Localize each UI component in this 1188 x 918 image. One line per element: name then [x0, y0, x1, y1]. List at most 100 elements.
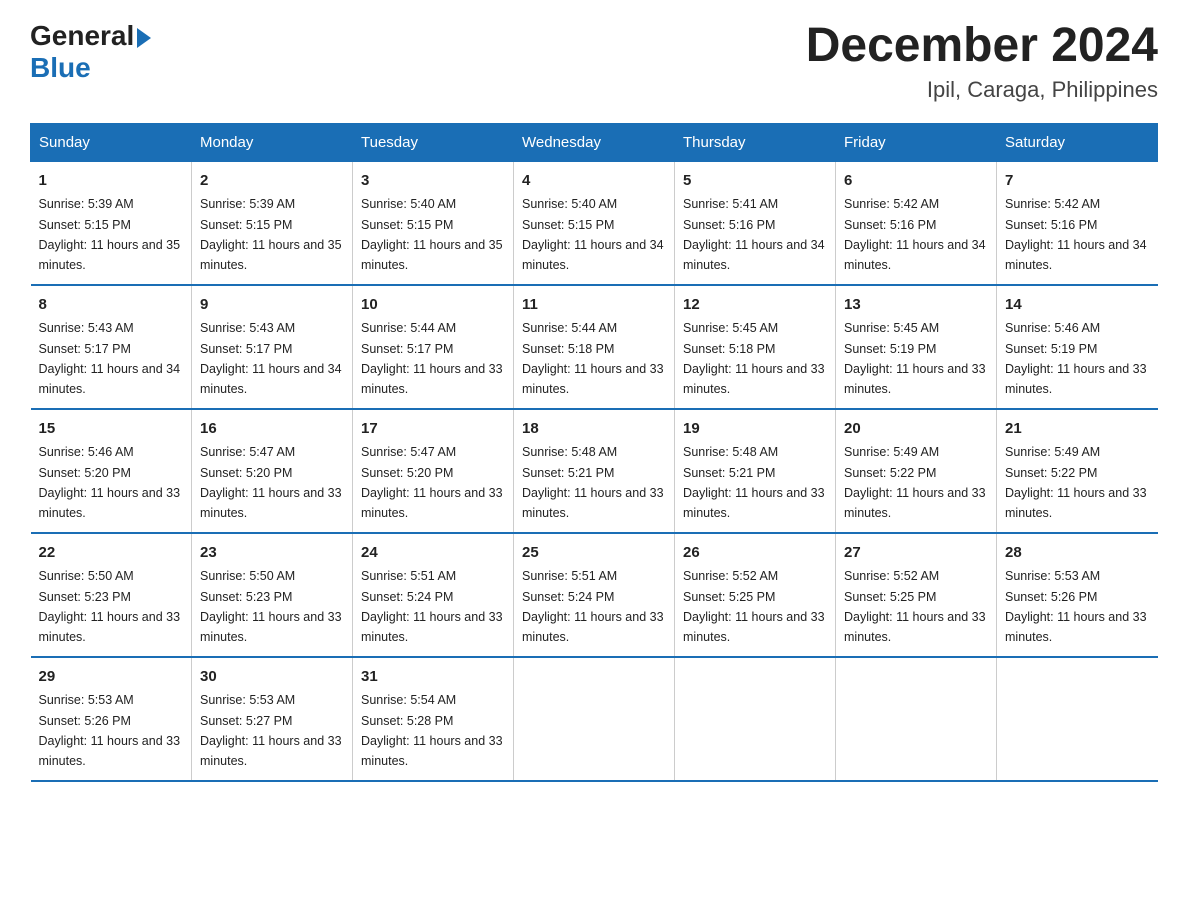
- day-number: 24: [361, 542, 505, 565]
- day-info: Sunrise: 5:45 AMSunset: 5:19 PMDaylight:…: [844, 321, 986, 396]
- day-header-sunday: Sunday: [31, 123, 192, 161]
- calendar-cell: 20 Sunrise: 5:49 AMSunset: 5:22 PMDayligh…: [836, 409, 997, 533]
- day-info: Sunrise: 5:39 AMSunset: 5:15 PMDaylight:…: [200, 197, 342, 272]
- calendar-body: 1Sunrise: 5:39 AMSunset: 5:15 PMDaylight…: [31, 161, 1158, 781]
- calendar-week-row: 22 Sunrise: 5:50 AMSunset: 5:23 PMDayligh…: [31, 533, 1158, 657]
- calendar-cell: 21 Sunrise: 5:49 AMSunset: 5:22 PMDayligh…: [997, 409, 1158, 533]
- day-info: Sunrise: 5:42 AMSunset: 5:16 PMDaylight:…: [844, 197, 986, 272]
- day-number: 22: [39, 542, 184, 565]
- calendar-cell: 10 Sunrise: 5:44 AMSunset: 5:17 PMDayligh…: [353, 285, 514, 409]
- calendar-header: SundayMondayTuesdayWednesdayThursdayFrid…: [31, 123, 1158, 161]
- day-number: 28: [1005, 542, 1150, 565]
- page-header: General Blue December 2024 Ipil, Caraga,…: [30, 20, 1158, 103]
- logo-arrow-icon: [137, 28, 151, 48]
- day-header-row: SundayMondayTuesdayWednesdayThursdayFrid…: [31, 123, 1158, 161]
- day-header-saturday: Saturday: [997, 123, 1158, 161]
- day-number: 3: [361, 170, 505, 193]
- calendar-cell: 4Sunrise: 5:40 AMSunset: 5:15 PMDaylight…: [514, 161, 675, 285]
- day-info: Sunrise: 5:54 AMSunset: 5:28 PMDaylight:…: [361, 693, 503, 768]
- day-number: 21: [1005, 418, 1150, 441]
- day-info: Sunrise: 5:40 AMSunset: 5:15 PMDaylight:…: [522, 197, 664, 272]
- day-info: Sunrise: 5:52 AMSunset: 5:25 PMDaylight:…: [683, 569, 825, 644]
- day-info: Sunrise: 5:46 AMSunset: 5:20 PMDaylight:…: [39, 445, 181, 520]
- day-info: Sunrise: 5:49 AMSunset: 5:22 PMDaylight:…: [844, 445, 986, 520]
- day-info: Sunrise: 5:45 AMSunset: 5:18 PMDaylight:…: [683, 321, 825, 396]
- calendar-cell: 25 Sunrise: 5:51 AMSunset: 5:24 PMDayligh…: [514, 533, 675, 657]
- calendar-cell: 19 Sunrise: 5:48 AMSunset: 5:21 PMDayligh…: [675, 409, 836, 533]
- calendar-cell: [675, 657, 836, 781]
- day-number: 17: [361, 418, 505, 441]
- calendar-cell: [997, 657, 1158, 781]
- day-number: 23: [200, 542, 344, 565]
- calendar-week-row: 15 Sunrise: 5:46 AMSunset: 5:20 PMDayligh…: [31, 409, 1158, 533]
- day-header-friday: Friday: [836, 123, 997, 161]
- day-info: Sunrise: 5:43 AMSunset: 5:17 PMDaylight:…: [200, 321, 342, 396]
- title-block: December 2024 Ipil, Caraga, Philippines: [806, 20, 1158, 103]
- day-header-monday: Monday: [192, 123, 353, 161]
- day-info: Sunrise: 5:44 AMSunset: 5:17 PMDaylight:…: [361, 321, 503, 396]
- day-number: 25: [522, 542, 666, 565]
- day-info: Sunrise: 5:50 AMSunset: 5:23 PMDaylight:…: [39, 569, 181, 644]
- calendar-cell: 29Sunrise: 5:53 AMSunset: 5:26 PMDayligh…: [31, 657, 192, 781]
- calendar-cell: 15 Sunrise: 5:46 AMSunset: 5:20 PMDayligh…: [31, 409, 192, 533]
- day-info: Sunrise: 5:41 AMSunset: 5:16 PMDaylight:…: [683, 197, 825, 272]
- calendar-cell: [514, 657, 675, 781]
- calendar-cell: 30Sunrise: 5:53 AMSunset: 5:27 PMDayligh…: [192, 657, 353, 781]
- day-info: Sunrise: 5:48 AMSunset: 5:21 PMDaylight:…: [683, 445, 825, 520]
- day-info: Sunrise: 5:51 AMSunset: 5:24 PMDaylight:…: [522, 569, 664, 644]
- day-number: 26: [683, 542, 827, 565]
- calendar-cell: 11 Sunrise: 5:44 AMSunset: 5:18 PMDayligh…: [514, 285, 675, 409]
- calendar-cell: 3 Sunrise: 5:40 AMSunset: 5:15 PMDaylight…: [353, 161, 514, 285]
- day-number: 16: [200, 418, 344, 441]
- day-header-thursday: Thursday: [675, 123, 836, 161]
- day-info: Sunrise: 5:49 AMSunset: 5:22 PMDaylight:…: [1005, 445, 1147, 520]
- calendar-week-row: 1Sunrise: 5:39 AMSunset: 5:15 PMDaylight…: [31, 161, 1158, 285]
- calendar-cell: 7 Sunrise: 5:42 AMSunset: 5:16 PMDaylight…: [997, 161, 1158, 285]
- day-number: 6: [844, 170, 988, 193]
- day-number: 30: [200, 666, 344, 689]
- day-number: 20: [844, 418, 988, 441]
- day-info: Sunrise: 5:40 AMSunset: 5:15 PMDaylight:…: [361, 197, 503, 272]
- calendar-cell: 1Sunrise: 5:39 AMSunset: 5:15 PMDaylight…: [31, 161, 192, 285]
- calendar-subtitle: Ipil, Caraga, Philippines: [806, 77, 1158, 103]
- day-info: Sunrise: 5:43 AMSunset: 5:17 PMDaylight:…: [39, 321, 181, 396]
- calendar-cell: 23Sunrise: 5:50 AMSunset: 5:23 PMDayligh…: [192, 533, 353, 657]
- calendar-cell: 8 Sunrise: 5:43 AMSunset: 5:17 PMDaylight…: [31, 285, 192, 409]
- day-info: Sunrise: 5:47 AMSunset: 5:20 PMDaylight:…: [361, 445, 503, 520]
- day-number: 27: [844, 542, 988, 565]
- calendar-cell: 6 Sunrise: 5:42 AMSunset: 5:16 PMDaylight…: [836, 161, 997, 285]
- calendar-cell: 22 Sunrise: 5:50 AMSunset: 5:23 PMDayligh…: [31, 533, 192, 657]
- day-number: 15: [39, 418, 184, 441]
- day-info: Sunrise: 5:47 AMSunset: 5:20 PMDaylight:…: [200, 445, 342, 520]
- day-info: Sunrise: 5:51 AMSunset: 5:24 PMDaylight:…: [361, 569, 503, 644]
- day-number: 7: [1005, 170, 1150, 193]
- day-info: Sunrise: 5:48 AMSunset: 5:21 PMDaylight:…: [522, 445, 664, 520]
- day-number: 19: [683, 418, 827, 441]
- day-number: 9: [200, 294, 344, 317]
- day-number: 10: [361, 294, 505, 317]
- day-info: Sunrise: 5:52 AMSunset: 5:25 PMDaylight:…: [844, 569, 986, 644]
- calendar-week-row: 8 Sunrise: 5:43 AMSunset: 5:17 PMDaylight…: [31, 285, 1158, 409]
- day-info: Sunrise: 5:53 AMSunset: 5:26 PMDaylight:…: [39, 693, 181, 768]
- logo-text-general: General: [30, 20, 134, 52]
- calendar-cell: 18Sunrise: 5:48 AMSunset: 5:21 PMDayligh…: [514, 409, 675, 533]
- day-number: 5: [683, 170, 827, 193]
- calendar-cell: 31 Sunrise: 5:54 AMSunset: 5:28 PMDayligh…: [353, 657, 514, 781]
- day-number: 11: [522, 294, 666, 317]
- calendar-cell: 12Sunrise: 5:45 AMSunset: 5:18 PMDayligh…: [675, 285, 836, 409]
- logo: General Blue: [30, 20, 151, 84]
- day-info: Sunrise: 5:44 AMSunset: 5:18 PMDaylight:…: [522, 321, 664, 396]
- day-info: Sunrise: 5:53 AMSunset: 5:26 PMDaylight:…: [1005, 569, 1147, 644]
- day-info: Sunrise: 5:46 AMSunset: 5:19 PMDaylight:…: [1005, 321, 1147, 396]
- day-number: 8: [39, 294, 184, 317]
- day-info: Sunrise: 5:42 AMSunset: 5:16 PMDaylight:…: [1005, 197, 1147, 272]
- day-number: 31: [361, 666, 505, 689]
- calendar-table: SundayMondayTuesdayWednesdayThursdayFrid…: [30, 123, 1158, 782]
- calendar-cell: 14Sunrise: 5:46 AMSunset: 5:19 PMDayligh…: [997, 285, 1158, 409]
- calendar-title: December 2024: [806, 20, 1158, 73]
- calendar-cell: 26 Sunrise: 5:52 AMSunset: 5:25 PMDayligh…: [675, 533, 836, 657]
- calendar-cell: 9 Sunrise: 5:43 AMSunset: 5:17 PMDaylight…: [192, 285, 353, 409]
- day-info: Sunrise: 5:39 AMSunset: 5:15 PMDaylight:…: [39, 197, 181, 272]
- day-header-wednesday: Wednesday: [514, 123, 675, 161]
- calendar-cell: 27 Sunrise: 5:52 AMSunset: 5:25 PMDayligh…: [836, 533, 997, 657]
